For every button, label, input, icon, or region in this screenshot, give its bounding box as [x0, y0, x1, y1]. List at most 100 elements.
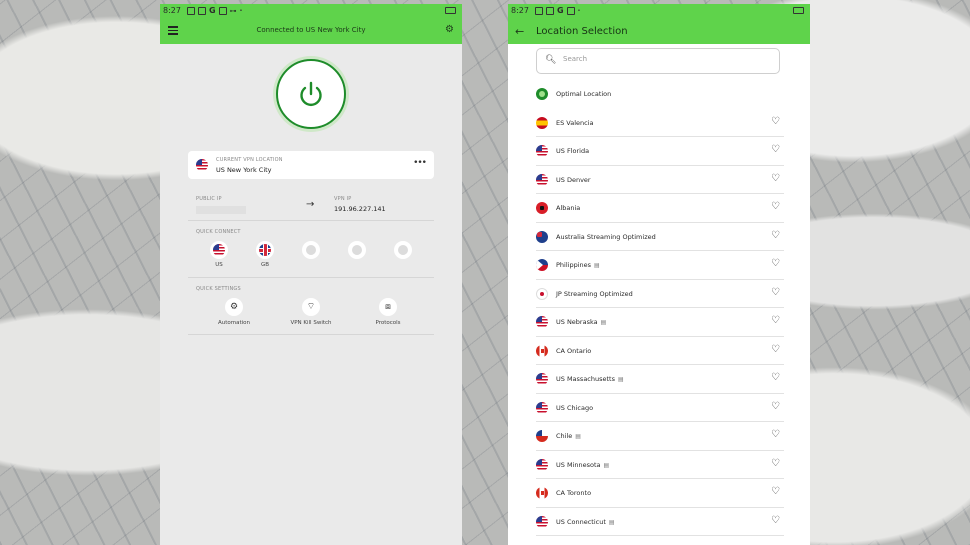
search-input[interactable]	[561, 54, 765, 64]
location-name: US Massachusetts ▤	[556, 375, 624, 383]
optimal-location-icon	[536, 88, 548, 100]
favorite-heart-icon[interactable]: ♡	[771, 401, 780, 412]
current-location-card[interactable]: CURRENT VPN LOCATION US New York City ••…	[188, 151, 434, 179]
optimal-location-row[interactable]: Optimal Location	[536, 80, 784, 109]
protocols-icon: ⧈	[379, 298, 397, 316]
settings-icon[interactable]: ⚙	[445, 24, 454, 35]
connection-status-title: Connected to US New York City	[256, 26, 366, 34]
power-icon	[300, 81, 322, 106]
favorite-heart-icon[interactable]: ♡	[771, 515, 780, 526]
location-name: US Connecticut ▤	[556, 518, 615, 526]
us-flag-icon	[196, 159, 208, 171]
location-row[interactable]: US Nebraska ▤ ♡	[536, 308, 784, 337]
favorite-heart-icon[interactable]: ♡	[771, 486, 780, 497]
favorite-heart-icon[interactable]: ♡	[771, 315, 780, 326]
app-notification-icon	[566, 6, 575, 15]
location-name: JP Streaming Optimized	[556, 290, 633, 298]
current-location-label: CURRENT VPN LOCATION	[216, 157, 283, 163]
app-header: 8:27 G • ← Location Selection	[508, 4, 810, 44]
location-name: Albania	[556, 204, 580, 212]
location-name: Chile ▤	[556, 432, 581, 440]
favorite-heart-icon[interactable]: ♡	[771, 116, 780, 127]
location-name: US Florida	[556, 147, 589, 155]
server-icon: ▤	[600, 319, 607, 326]
ca-flag-icon	[536, 344, 548, 357]
location-row[interactable]: CA Ontario ♡	[536, 337, 784, 365]
quick-connect-label-gb: GB	[260, 262, 270, 268]
battery-icon	[793, 7, 804, 14]
location-name-text: CA Toronto	[556, 489, 592, 497]
location-row[interactable]: ES Valencia ♡	[536, 109, 784, 137]
location-row[interactable]: CA Toronto ♡	[536, 479, 784, 508]
favorite-heart-icon[interactable]: ♡	[771, 144, 780, 155]
server-icon: ▤	[608, 518, 615, 526]
quick-connect-empty-slot[interactable]	[299, 241, 323, 259]
quick-connect-label-us: US	[215, 262, 223, 268]
status-icons: G •	[534, 6, 581, 15]
location-name: CA Ontario	[556, 347, 591, 355]
back-arrow-icon[interactable]: ←	[515, 25, 524, 38]
power-button[interactable]	[276, 59, 346, 129]
us-flag-icon	[536, 515, 548, 528]
location-row[interactable]: Philippines ▤ ♡	[536, 251, 784, 280]
location-name-text: Australia Streaming Optimized	[556, 232, 656, 241]
us-flag-icon	[536, 173, 548, 186]
quick-connect-gb[interactable]: GB	[253, 241, 277, 268]
location-name-text: JP Streaming Optimized	[556, 289, 633, 298]
divider	[188, 334, 434, 335]
marble-background	[0, 0, 970, 545]
us-flag-icon	[536, 401, 548, 414]
ph-flag-icon	[536, 259, 548, 271]
favorite-heart-icon[interactable]: ♡	[771, 372, 780, 383]
location-row[interactable]: Albania ♡	[536, 194, 784, 223]
favorite-heart-icon[interactable]: ♡	[771, 458, 780, 469]
favorite-heart-icon[interactable]: ♡	[771, 230, 780, 241]
location-row[interactable]: US Florida ♡	[536, 137, 784, 166]
cl-flag-icon	[536, 430, 548, 442]
location-row[interactable]: US Denver ♡	[536, 166, 784, 194]
favorite-heart-icon[interactable]: ♡	[771, 173, 780, 184]
location-name-text: US Florida	[556, 147, 590, 155]
location-name: US Denver	[556, 176, 591, 184]
location-row[interactable]: JP Streaming Optimized ♡	[536, 280, 784, 308]
location-row[interactable]: US Minnesota ▤ ♡	[536, 451, 784, 479]
kill-switch-setting[interactable]: ⌔ VPN Kill Switch	[281, 298, 341, 326]
status-time: 8:27	[163, 6, 181, 15]
quick-connect-empty-slot[interactable]	[345, 241, 369, 259]
favorite-heart-icon[interactable]: ♡	[771, 344, 780, 355]
quick-connect-us[interactable]: US	[207, 241, 231, 268]
location-row[interactable]: US Massachusetts ▤ ♡	[536, 365, 784, 394]
battery-icon	[445, 7, 456, 14]
protocols-setting[interactable]: ⧈ Protocols	[358, 298, 418, 326]
automation-setting[interactable]: ⚙ Automation	[204, 298, 264, 326]
vpn-ip-label: VPN IP	[334, 196, 352, 202]
quick-connect-empty-slot[interactable]	[391, 241, 415, 259]
search-field[interactable]: 🔍︎	[536, 48, 780, 74]
divider	[188, 277, 434, 278]
jp-flag-icon	[536, 287, 548, 300]
location-row[interactable]: US Connecticut ▤ ♡	[536, 508, 784, 536]
favorite-heart-icon[interactable]: ♡	[771, 201, 780, 212]
location-name: US Nebraska ▤	[556, 318, 606, 326]
server-icon: ▤	[617, 376, 624, 383]
favorite-heart-icon[interactable]: ♡	[771, 429, 780, 440]
server-icon: ▤	[575, 433, 581, 440]
location-name: ES Valencia	[556, 119, 594, 127]
quick-connect-label: QUICK CONNECT	[196, 229, 241, 235]
status-bar: 8:27 G •	[511, 5, 804, 16]
more-options-icon[interactable]: •••	[413, 158, 427, 168]
page-title: Location Selection	[536, 26, 628, 37]
google-icon: G	[208, 6, 216, 15]
home-screen: 8:27 G ⊶ • Connected to US New York City…	[160, 4, 462, 545]
favorite-heart-icon[interactable]: ♡	[771, 258, 780, 269]
location-name: Optimal Location	[556, 90, 612, 98]
location-row[interactable]: Australia Streaming Optimized ♡	[536, 223, 784, 251]
location-name-text: ES Valencia	[556, 118, 594, 127]
us-flag-icon	[536, 145, 548, 157]
favorite-heart-icon[interactable]: ♡	[771, 287, 780, 298]
kill-switch-label: VPN Kill Switch	[290, 320, 332, 326]
location-row[interactable]: Chile ▤ ♡	[536, 422, 784, 451]
app-header: 8:27 G ⊶ • Connected to US New York City…	[160, 4, 462, 44]
power-button-halo	[273, 56, 349, 132]
location-row[interactable]: US Chicago ♡	[536, 394, 784, 422]
